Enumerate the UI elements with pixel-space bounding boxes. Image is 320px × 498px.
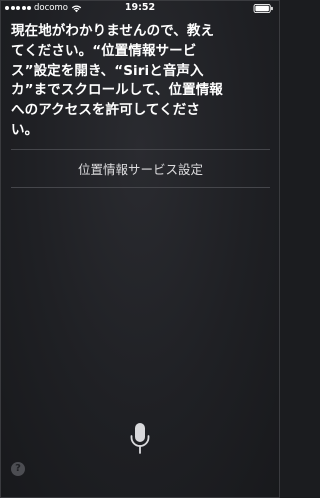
- location-services-settings-button[interactable]: 位置情報サービス設定: [11, 150, 270, 187]
- battery-icon: [253, 4, 273, 13]
- status-time: 19:52: [124, 2, 156, 13]
- siri-response-text: 現在地がわかりませんので、教え てください。“位置情報サービ ス”設定を開き、“…: [11, 23, 223, 138]
- microphone-button[interactable]: [128, 422, 152, 456]
- status-bar: docomo 19:52: [0, 0, 280, 16]
- microphone-icon: [130, 423, 150, 454]
- question-mark-icon[interactable]: ?: [11, 462, 25, 476]
- siri-screen: docomo 19:52 現在地がわかりませんので、教え てください。“位置情報…: [0, 0, 280, 498]
- divider-bottom: [11, 187, 270, 188]
